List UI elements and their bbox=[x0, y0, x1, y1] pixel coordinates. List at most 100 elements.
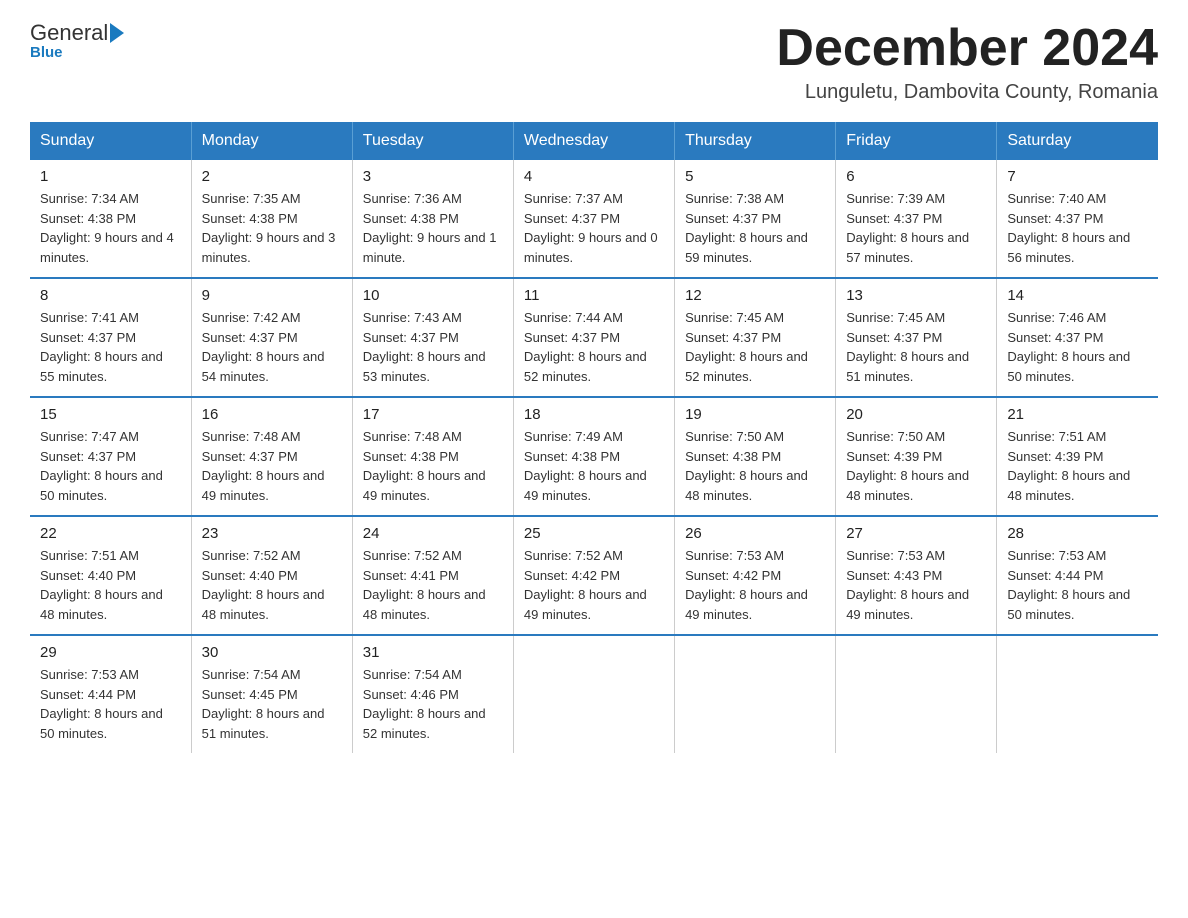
calendar-cell: 18 Sunrise: 7:49 AM Sunset: 4:38 PM Dayl… bbox=[513, 397, 674, 516]
day-number: 22 bbox=[40, 525, 181, 542]
calendar-cell bbox=[997, 635, 1158, 753]
day-number: 12 bbox=[685, 287, 825, 304]
day-info: Sunrise: 7:43 AM Sunset: 4:37 PM Dayligh… bbox=[363, 308, 503, 386]
day-info: Sunrise: 7:48 AM Sunset: 4:38 PM Dayligh… bbox=[363, 427, 503, 505]
day-info: Sunrise: 7:45 AM Sunset: 4:37 PM Dayligh… bbox=[846, 308, 986, 386]
day-info: Sunrise: 7:50 AM Sunset: 4:39 PM Dayligh… bbox=[846, 427, 986, 505]
day-number: 28 bbox=[1007, 525, 1148, 542]
day-number: 4 bbox=[524, 168, 664, 185]
day-number: 20 bbox=[846, 406, 986, 423]
header-row: SundayMondayTuesdayWednesdayThursdayFrid… bbox=[30, 122, 1158, 160]
day-number: 5 bbox=[685, 168, 825, 185]
day-number: 25 bbox=[524, 525, 664, 542]
weekday-header-sunday: Sunday bbox=[30, 122, 191, 160]
calendar-cell: 11 Sunrise: 7:44 AM Sunset: 4:37 PM Dayl… bbox=[513, 278, 674, 397]
day-info: Sunrise: 7:52 AM Sunset: 4:42 PM Dayligh… bbox=[524, 546, 664, 624]
weekday-header-saturday: Saturday bbox=[997, 122, 1158, 160]
day-info: Sunrise: 7:36 AM Sunset: 4:38 PM Dayligh… bbox=[363, 189, 503, 267]
calendar-cell: 27 Sunrise: 7:53 AM Sunset: 4:43 PM Dayl… bbox=[836, 516, 997, 635]
week-row-5: 29 Sunrise: 7:53 AM Sunset: 4:44 PM Dayl… bbox=[30, 635, 1158, 753]
calendar-table: SundayMondayTuesdayWednesdayThursdayFrid… bbox=[30, 122, 1158, 753]
calendar-cell: 22 Sunrise: 7:51 AM Sunset: 4:40 PM Dayl… bbox=[30, 516, 191, 635]
calendar-cell bbox=[836, 635, 997, 753]
calendar-cell: 21 Sunrise: 7:51 AM Sunset: 4:39 PM Dayl… bbox=[997, 397, 1158, 516]
title-block: December 2024 Lunguletu, Dambovita Count… bbox=[776, 20, 1158, 104]
day-info: Sunrise: 7:51 AM Sunset: 4:39 PM Dayligh… bbox=[1007, 427, 1148, 505]
week-row-1: 1 Sunrise: 7:34 AM Sunset: 4:38 PM Dayli… bbox=[30, 160, 1158, 278]
day-number: 29 bbox=[40, 644, 181, 661]
day-info: Sunrise: 7:54 AM Sunset: 4:46 PM Dayligh… bbox=[363, 665, 503, 743]
calendar-cell bbox=[513, 635, 674, 753]
day-number: 8 bbox=[40, 287, 181, 304]
day-info: Sunrise: 7:48 AM Sunset: 4:37 PM Dayligh… bbox=[202, 427, 342, 505]
calendar-cell: 5 Sunrise: 7:38 AM Sunset: 4:37 PM Dayli… bbox=[675, 160, 836, 278]
day-number: 24 bbox=[363, 525, 503, 542]
day-info: Sunrise: 7:37 AM Sunset: 4:37 PM Dayligh… bbox=[524, 189, 664, 267]
calendar-cell: 12 Sunrise: 7:45 AM Sunset: 4:37 PM Dayl… bbox=[675, 278, 836, 397]
day-number: 26 bbox=[685, 525, 825, 542]
day-info: Sunrise: 7:54 AM Sunset: 4:45 PM Dayligh… bbox=[202, 665, 342, 743]
calendar-cell: 3 Sunrise: 7:36 AM Sunset: 4:38 PM Dayli… bbox=[352, 160, 513, 278]
day-number: 3 bbox=[363, 168, 503, 185]
calendar-cell: 24 Sunrise: 7:52 AM Sunset: 4:41 PM Dayl… bbox=[352, 516, 513, 635]
calendar-cell: 6 Sunrise: 7:39 AM Sunset: 4:37 PM Dayli… bbox=[836, 160, 997, 278]
day-number: 2 bbox=[202, 168, 342, 185]
week-row-3: 15 Sunrise: 7:47 AM Sunset: 4:37 PM Dayl… bbox=[30, 397, 1158, 516]
day-info: Sunrise: 7:53 AM Sunset: 4:42 PM Dayligh… bbox=[685, 546, 825, 624]
day-info: Sunrise: 7:53 AM Sunset: 4:44 PM Dayligh… bbox=[1007, 546, 1148, 624]
day-info: Sunrise: 7:53 AM Sunset: 4:43 PM Dayligh… bbox=[846, 546, 986, 624]
day-number: 9 bbox=[202, 287, 342, 304]
day-info: Sunrise: 7:38 AM Sunset: 4:37 PM Dayligh… bbox=[685, 189, 825, 267]
calendar-subtitle: Lunguletu, Dambovita County, Romania bbox=[776, 81, 1158, 104]
week-row-4: 22 Sunrise: 7:51 AM Sunset: 4:40 PM Dayl… bbox=[30, 516, 1158, 635]
calendar-title: December 2024 bbox=[776, 20, 1158, 77]
day-number: 17 bbox=[363, 406, 503, 423]
day-number: 30 bbox=[202, 644, 342, 661]
day-number: 19 bbox=[685, 406, 825, 423]
day-info: Sunrise: 7:42 AM Sunset: 4:37 PM Dayligh… bbox=[202, 308, 342, 386]
day-number: 11 bbox=[524, 287, 664, 304]
day-info: Sunrise: 7:40 AM Sunset: 4:37 PM Dayligh… bbox=[1007, 189, 1148, 267]
day-info: Sunrise: 7:51 AM Sunset: 4:40 PM Dayligh… bbox=[40, 546, 181, 624]
logo-arrow-icon bbox=[110, 23, 124, 43]
calendar-cell: 8 Sunrise: 7:41 AM Sunset: 4:37 PM Dayli… bbox=[30, 278, 191, 397]
weekday-header-thursday: Thursday bbox=[675, 122, 836, 160]
calendar-cell: 30 Sunrise: 7:54 AM Sunset: 4:45 PM Dayl… bbox=[191, 635, 352, 753]
day-number: 21 bbox=[1007, 406, 1148, 423]
calendar-cell: 14 Sunrise: 7:46 AM Sunset: 4:37 PM Dayl… bbox=[997, 278, 1158, 397]
calendar-cell: 16 Sunrise: 7:48 AM Sunset: 4:37 PM Dayl… bbox=[191, 397, 352, 516]
day-info: Sunrise: 7:45 AM Sunset: 4:37 PM Dayligh… bbox=[685, 308, 825, 386]
calendar-cell bbox=[675, 635, 836, 753]
calendar-cell: 23 Sunrise: 7:52 AM Sunset: 4:40 PM Dayl… bbox=[191, 516, 352, 635]
week-row-2: 8 Sunrise: 7:41 AM Sunset: 4:37 PM Dayli… bbox=[30, 278, 1158, 397]
calendar-cell: 28 Sunrise: 7:53 AM Sunset: 4:44 PM Dayl… bbox=[997, 516, 1158, 635]
calendar-cell: 9 Sunrise: 7:42 AM Sunset: 4:37 PM Dayli… bbox=[191, 278, 352, 397]
day-number: 15 bbox=[40, 406, 181, 423]
day-number: 27 bbox=[846, 525, 986, 542]
day-number: 14 bbox=[1007, 287, 1148, 304]
calendar-cell: 7 Sunrise: 7:40 AM Sunset: 4:37 PM Dayli… bbox=[997, 160, 1158, 278]
calendar-cell: 10 Sunrise: 7:43 AM Sunset: 4:37 PM Dayl… bbox=[352, 278, 513, 397]
day-info: Sunrise: 7:34 AM Sunset: 4:38 PM Dayligh… bbox=[40, 189, 181, 267]
calendar-cell: 4 Sunrise: 7:37 AM Sunset: 4:37 PM Dayli… bbox=[513, 160, 674, 278]
day-number: 6 bbox=[846, 168, 986, 185]
calendar-cell: 19 Sunrise: 7:50 AM Sunset: 4:38 PM Dayl… bbox=[675, 397, 836, 516]
calendar-cell: 13 Sunrise: 7:45 AM Sunset: 4:37 PM Dayl… bbox=[836, 278, 997, 397]
day-info: Sunrise: 7:52 AM Sunset: 4:41 PM Dayligh… bbox=[363, 546, 503, 624]
calendar-cell: 20 Sunrise: 7:50 AM Sunset: 4:39 PM Dayl… bbox=[836, 397, 997, 516]
day-number: 1 bbox=[40, 168, 181, 185]
day-info: Sunrise: 7:35 AM Sunset: 4:38 PM Dayligh… bbox=[202, 189, 342, 267]
day-number: 13 bbox=[846, 287, 986, 304]
day-info: Sunrise: 7:49 AM Sunset: 4:38 PM Dayligh… bbox=[524, 427, 664, 505]
calendar-cell: 2 Sunrise: 7:35 AM Sunset: 4:38 PM Dayli… bbox=[191, 160, 352, 278]
logo: General Blue bbox=[30, 20, 124, 61]
calendar-cell: 25 Sunrise: 7:52 AM Sunset: 4:42 PM Dayl… bbox=[513, 516, 674, 635]
day-info: Sunrise: 7:46 AM Sunset: 4:37 PM Dayligh… bbox=[1007, 308, 1148, 386]
day-info: Sunrise: 7:47 AM Sunset: 4:37 PM Dayligh… bbox=[40, 427, 181, 505]
calendar-cell: 29 Sunrise: 7:53 AM Sunset: 4:44 PM Dayl… bbox=[30, 635, 191, 753]
weekday-header-friday: Friday bbox=[836, 122, 997, 160]
day-number: 16 bbox=[202, 406, 342, 423]
calendar-cell: 15 Sunrise: 7:47 AM Sunset: 4:37 PM Dayl… bbox=[30, 397, 191, 516]
day-number: 18 bbox=[524, 406, 664, 423]
page-header: General Blue December 2024 Lunguletu, Da… bbox=[30, 20, 1158, 104]
